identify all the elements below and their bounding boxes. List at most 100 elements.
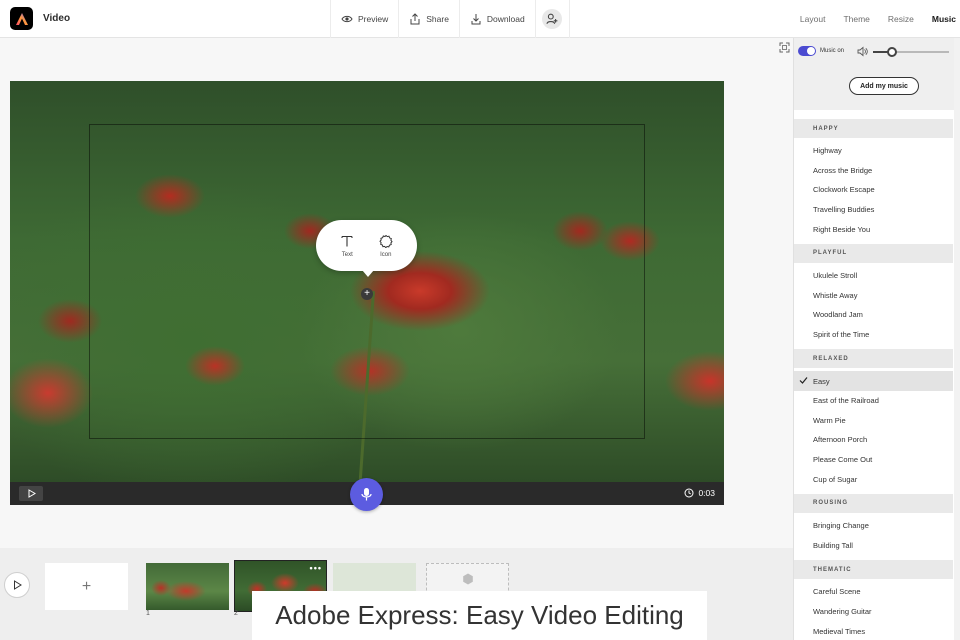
scene-number-1: 1 bbox=[146, 610, 150, 617]
duration-display: 0:03 bbox=[684, 488, 715, 498]
eye-icon bbox=[341, 15, 353, 23]
top-bar: Video Preview Share Download Layout Them… bbox=[0, 0, 960, 38]
volume-slider-thumb[interactable] bbox=[887, 47, 897, 57]
music-track-item[interactable]: Spirit of the Time bbox=[794, 325, 953, 345]
download-button[interactable]: Download bbox=[460, 0, 536, 38]
music-track-item[interactable]: Highway bbox=[794, 141, 953, 161]
music-category-header: THEMATIC bbox=[794, 560, 953, 580]
music-track-label: Building Tall bbox=[813, 540, 853, 550]
add-my-music-button[interactable]: Add my music bbox=[849, 77, 919, 95]
add-content-popover: Text Icon bbox=[316, 220, 417, 277]
app-root: Video Preview Share Download Layout Them… bbox=[0, 0, 960, 640]
music-panel: Music on Add my music HAPPY Highway Across… bbox=[793, 38, 960, 640]
music-track-item[interactable]: Right Beside You bbox=[794, 219, 953, 239]
checkmark-icon bbox=[799, 377, 808, 385]
music-category-header: ROUSING bbox=[794, 493, 953, 513]
music-track-label: Woodland Jam bbox=[813, 310, 863, 320]
tab-music[interactable]: Music bbox=[923, 14, 960, 24]
music-track-item[interactable]: Ukulele Stroll bbox=[794, 266, 953, 286]
music-toggle-label: Music on bbox=[820, 48, 845, 54]
music-category-header: RELAXED bbox=[794, 349, 953, 369]
music-track-item[interactable]: Medieval Times bbox=[794, 621, 953, 640]
share-label: Share bbox=[426, 14, 449, 24]
volume-icon bbox=[857, 46, 868, 57]
music-track-item[interactable]: Warm Pie bbox=[794, 411, 953, 431]
preview-label: Preview bbox=[358, 14, 389, 24]
music-track-label: Easy bbox=[813, 376, 830, 386]
music-track-item[interactable]: Clockwork Escape bbox=[794, 180, 953, 200]
music-track-item[interactable]: Careful Scene bbox=[794, 582, 953, 602]
record-voice-button[interactable] bbox=[350, 478, 383, 511]
music-track-label: Travelling Buddies bbox=[813, 205, 875, 215]
safe-area-frame bbox=[89, 124, 645, 439]
invite-button[interactable] bbox=[536, 0, 570, 38]
text-icon bbox=[341, 235, 353, 246]
preview-button[interactable]: Preview bbox=[331, 0, 400, 38]
play-button[interactable] bbox=[19, 486, 43, 501]
music-track-list: HAPPY Highway Across the Bridge Clockwork E… bbox=[794, 119, 953, 640]
music-track-item[interactable]: Travelling Buddies bbox=[794, 200, 953, 220]
music-category-header: HAPPY bbox=[794, 119, 953, 138]
play-all-button[interactable] bbox=[4, 572, 30, 598]
music-track-item[interactable]: Building Tall bbox=[794, 536, 953, 556]
scene-more-options-icon[interactable]: ••• bbox=[310, 563, 322, 573]
music-track-label: Afternoon Porch bbox=[813, 435, 868, 445]
music-panel-scrollbar[interactable] bbox=[954, 38, 960, 640]
tab-layout[interactable]: Layout bbox=[791, 14, 835, 24]
duration-time: 0:03 bbox=[698, 488, 715, 498]
music-track-label: Across the Bridge bbox=[813, 165, 873, 175]
music-track-label: Whistle Away bbox=[813, 290, 858, 300]
add-icon-label: Icon bbox=[380, 251, 392, 258]
music-track-label: Spirit of the Time bbox=[813, 330, 870, 340]
volume-slider[interactable] bbox=[873, 47, 949, 57]
add-person-icon bbox=[542, 9, 563, 29]
scene-thumbnail-1[interactable] bbox=[146, 563, 229, 610]
play-icon bbox=[14, 580, 22, 590]
caption-overlay: Adobe Express: Easy Video Editing bbox=[252, 591, 707, 640]
music-toggle[interactable] bbox=[798, 46, 816, 56]
music-track-label: Wandering Guitar bbox=[813, 606, 872, 616]
music-track-item[interactable]: Wandering Guitar bbox=[794, 602, 953, 622]
microphone-icon bbox=[361, 488, 372, 501]
music-track-item[interactable]: East of the Railroad bbox=[794, 391, 953, 411]
music-track-label: Medieval Times bbox=[813, 626, 866, 636]
adobe-express-logo-icon[interactable] bbox=[10, 7, 33, 30]
music-track-item[interactable]: Woodland Jam bbox=[794, 305, 953, 325]
add-scene-button[interactable]: + bbox=[45, 563, 128, 610]
music-track-item[interactable]: Across the Bridge bbox=[794, 161, 953, 181]
music-track-label: Please Come Out bbox=[813, 455, 873, 465]
music-track-item[interactable]: Bringing Change bbox=[794, 516, 953, 536]
top-actions: Preview Share Download bbox=[330, 0, 570, 38]
music-track-item[interactable]: Easy bbox=[794, 371, 953, 391]
music-track-item[interactable]: Please Come Out bbox=[794, 450, 953, 470]
music-track-item[interactable]: Cup of Sugar bbox=[794, 469, 953, 489]
music-track-item[interactable]: Afternoon Porch bbox=[794, 430, 953, 450]
tab-theme[interactable]: Theme bbox=[834, 14, 878, 24]
add-text-label: Text bbox=[341, 251, 353, 258]
fit-to-screen-icon[interactable] bbox=[779, 42, 790, 53]
tab-resize[interactable]: Resize bbox=[879, 14, 923, 24]
music-track-label: Highway bbox=[813, 146, 842, 156]
music-track-label: Careful Scene bbox=[813, 587, 861, 597]
music-track-label: Bringing Change bbox=[813, 521, 869, 531]
music-track-label: Cup of Sugar bbox=[813, 474, 858, 484]
add-text-button[interactable]: Text bbox=[340, 234, 354, 258]
music-controls: Music on Add my music bbox=[794, 38, 960, 110]
scene-number-2: 2 bbox=[234, 610, 238, 617]
music-track-label: Warm Pie bbox=[813, 415, 846, 425]
add-icon-button[interactable]: Icon bbox=[379, 234, 393, 258]
add-element-dot-icon[interactable]: + bbox=[361, 288, 373, 300]
icon-badge-icon bbox=[379, 234, 393, 248]
music-track-label: Right Beside You bbox=[813, 224, 871, 234]
download-label: Download bbox=[486, 14, 525, 24]
play-icon bbox=[28, 489, 36, 498]
app-title: Video bbox=[43, 13, 71, 24]
share-icon bbox=[410, 13, 420, 25]
music-category-header: PLAYFUL bbox=[794, 243, 953, 263]
music-track-label: Ukulele Stroll bbox=[813, 271, 858, 281]
outro-logo-icon bbox=[462, 573, 473, 585]
clock-icon bbox=[684, 488, 694, 498]
video-canvas[interactable]: Text Icon + bbox=[10, 81, 724, 482]
share-button[interactable]: Share bbox=[399, 0, 460, 38]
music-track-item[interactable]: Whistle Away bbox=[794, 286, 953, 306]
